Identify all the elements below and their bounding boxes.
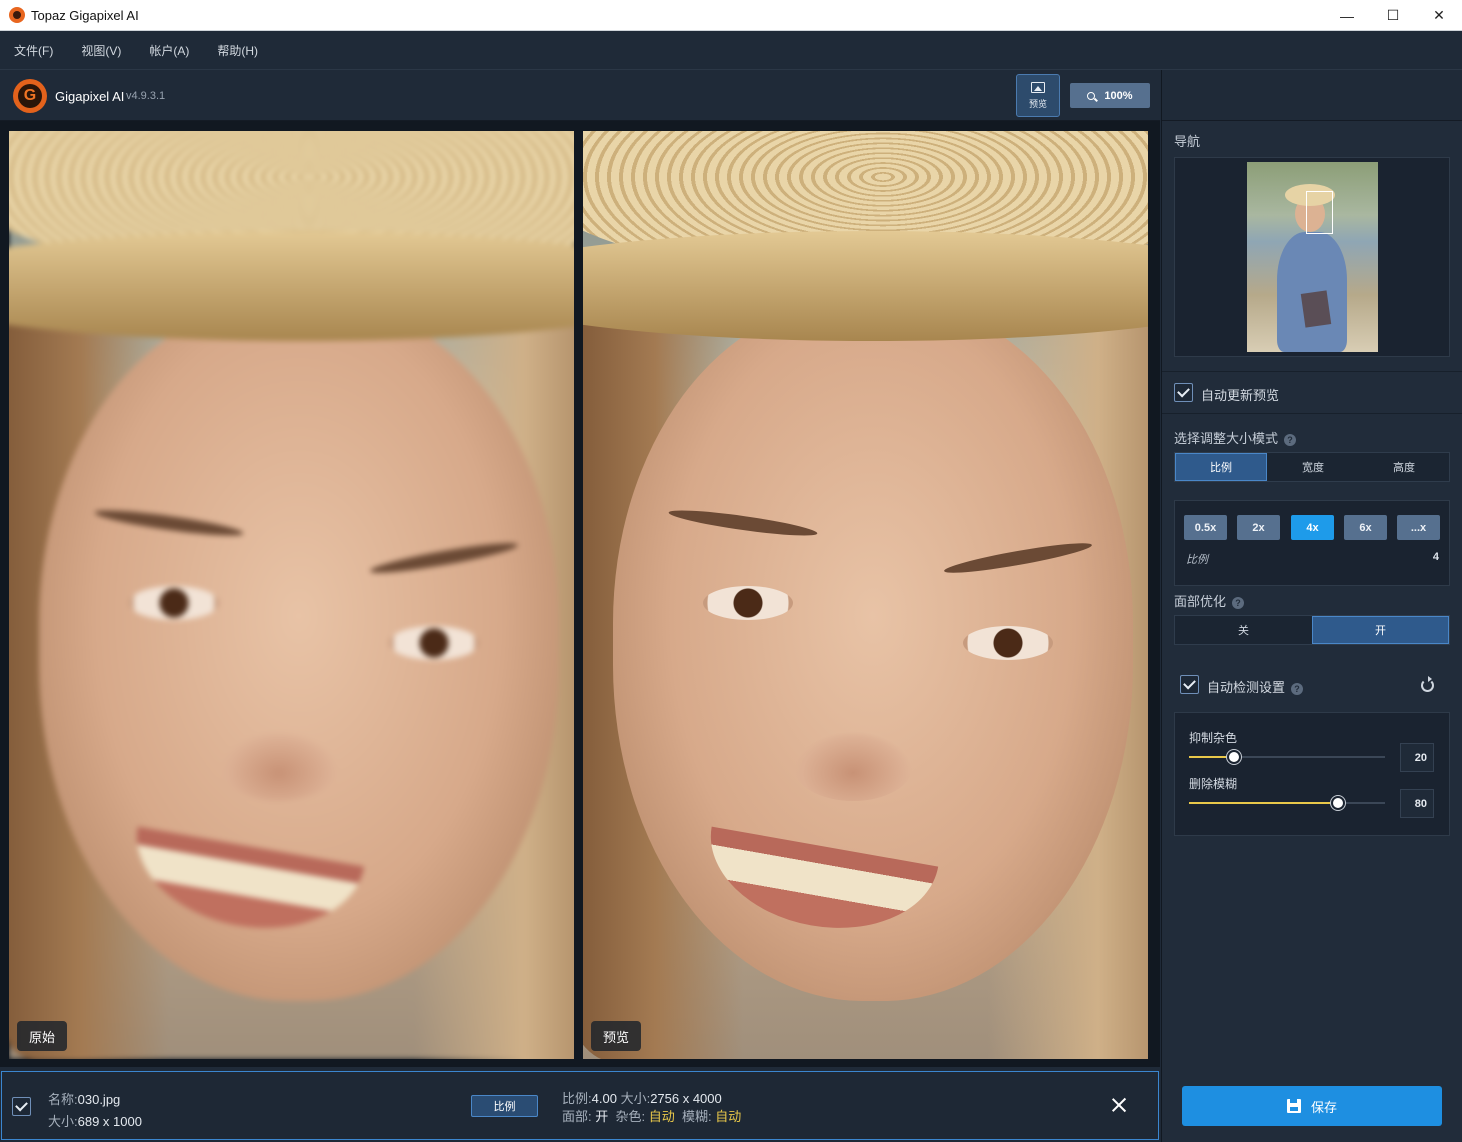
app-version: v4.9.3.1 <box>126 90 166 102</box>
save-button[interactable]: 保存 <box>1182 1086 1442 1126</box>
remove-blur-slider[interactable] <box>1189 796 1385 810</box>
remove-blur-label: 删除模糊 <box>1189 777 1238 791</box>
original-label: 原始 <box>17 1021 68 1051</box>
resize-mode-width[interactable]: 宽度 <box>1267 453 1359 481</box>
settings-panel: 导航 自动更新预览 选择调整大小模式? 比例 宽度 高度 0.5x 2x 4x … <box>1161 70 1462 1142</box>
auto-detect-checkbox[interactable] <box>1180 675 1199 694</box>
gigapixel-logo: G <box>13 79 47 113</box>
slider-handle[interactable] <box>1330 796 1345 810</box>
face-refine-selector: 关 开 <box>1174 615 1450 645</box>
preview-photo <box>583 131 1148 1059</box>
help-icon[interactable]: ? <box>1284 433 1297 446</box>
slider-handle[interactable] <box>1227 750 1242 764</box>
magnifier-icon <box>1087 91 1096 100</box>
save-icon <box>1286 1099 1301 1113</box>
file-mode-button[interactable]: 比例 <box>471 1095 538 1117</box>
menu-file[interactable]: 文件(F) <box>0 42 67 59</box>
preview-label: 预览 <box>591 1021 642 1051</box>
window-title: Topaz Gigapixel AI <box>31 7 139 23</box>
scale-2x-button[interactable]: 2x <box>1237 515 1280 540</box>
navigator-thumbnail <box>1247 162 1378 352</box>
scale-0-5x-button[interactable]: 0.5x <box>1184 515 1227 540</box>
window-controls: — ☐ ✕ <box>1324 0 1462 31</box>
resize-mode-selector: 比例 宽度 高度 <box>1174 452 1450 482</box>
file-name: 名称:030.jpg <box>48 1092 121 1107</box>
zoom-button[interactable]: 100% <box>1070 83 1150 108</box>
app-name: Gigapixel AI <box>55 89 125 104</box>
help-icon[interactable]: ? <box>1232 596 1245 609</box>
app-icon <box>9 7 25 23</box>
menu-help[interactable]: 帮助(H) <box>203 42 272 59</box>
menu-bar: 文件(F) 视图(V) 帐户(A) 帮助(H) <box>0 31 1462 70</box>
close-window-button[interactable]: ✕ <box>1416 0 1462 31</box>
resize-mode-title: 选择调整大小模式? <box>1174 428 1297 447</box>
output-settings: 面部: 开 杂色: 自动 模糊: 自动 <box>562 1109 742 1124</box>
zoom-label: 100% <box>1104 89 1133 102</box>
original-image[interactable]: 原始 <box>9 131 574 1059</box>
minimize-button[interactable]: — <box>1324 0 1370 31</box>
image-canvas: 原始 预览 <box>0 121 1160 1067</box>
help-icon[interactable]: ? <box>1291 682 1304 695</box>
preview-toggle-button[interactable]: 预览 <box>1016 74 1060 117</box>
reset-icon[interactable] <box>1421 676 1434 692</box>
preview-image[interactable]: 预览 <box>583 131 1148 1059</box>
preview-toggle-label: 预览 <box>1028 98 1047 109</box>
file-list-item[interactable]: 名称:030.jpg 大小:689 x 1000 比例 比例:4.00 大小:2… <box>1 1071 1159 1140</box>
navigation-title: 导航 <box>1174 134 1201 149</box>
face-refine-title: 面部优化? <box>1174 591 1245 610</box>
auto-detect-label: 自动检测设置? <box>1207 677 1304 696</box>
navigator-viewport-rect[interactable] <box>1306 191 1333 234</box>
resize-mode-scale[interactable]: 比例 <box>1175 453 1267 481</box>
navigator[interactable] <box>1174 157 1450 357</box>
image-icon <box>1031 81 1045 93</box>
file-select-checkbox[interactable] <box>12 1097 31 1116</box>
save-label: 保存 <box>1310 1099 1337 1115</box>
file-size: 大小:689 x 1000 <box>48 1114 142 1129</box>
resize-mode-height[interactable]: 高度 <box>1359 453 1449 481</box>
scale-label: 比例 <box>1186 554 1208 566</box>
output-scale-size: 比例:4.00 大小:2756 x 4000 <box>562 1091 722 1106</box>
enhance-sliders: 抑制杂色 20 删除模糊 80 <box>1174 712 1450 836</box>
title-bar: Topaz Gigapixel AI — ☐ ✕ <box>0 0 1462 31</box>
scale-6x-button[interactable]: 6x <box>1344 515 1387 540</box>
original-photo <box>9 131 574 1059</box>
maximize-button[interactable]: ☐ <box>1370 0 1416 31</box>
auto-update-checkbox[interactable] <box>1174 383 1193 402</box>
suppress-noise-label: 抑制杂色 <box>1189 731 1238 745</box>
suppress-noise-value[interactable]: 20 <box>1400 743 1434 772</box>
face-refine-on[interactable]: 开 <box>1312 616 1449 644</box>
scale-custom-button[interactable]: ...x <box>1397 515 1440 540</box>
remove-blur-value[interactable]: 80 <box>1400 789 1434 818</box>
face-refine-off[interactable]: 关 <box>1175 616 1312 644</box>
scale-value: 4 <box>1432 551 1439 563</box>
menu-account[interactable]: 帐户(A) <box>135 42 203 59</box>
scale-options: 0.5x 2x 4x 6x ...x 比例 4 <box>1174 500 1450 586</box>
remove-file-icon[interactable] <box>1110 1096 1128 1114</box>
menu-view[interactable]: 视图(V) <box>67 42 135 59</box>
auto-update-label: 自动更新预览 <box>1201 388 1280 403</box>
scale-4x-button[interactable]: 4x <box>1291 515 1334 540</box>
toolbar: G Gigapixel AI v4.9.3.1 预览 100% <box>0 70 1160 121</box>
suppress-noise-slider[interactable] <box>1189 750 1385 764</box>
